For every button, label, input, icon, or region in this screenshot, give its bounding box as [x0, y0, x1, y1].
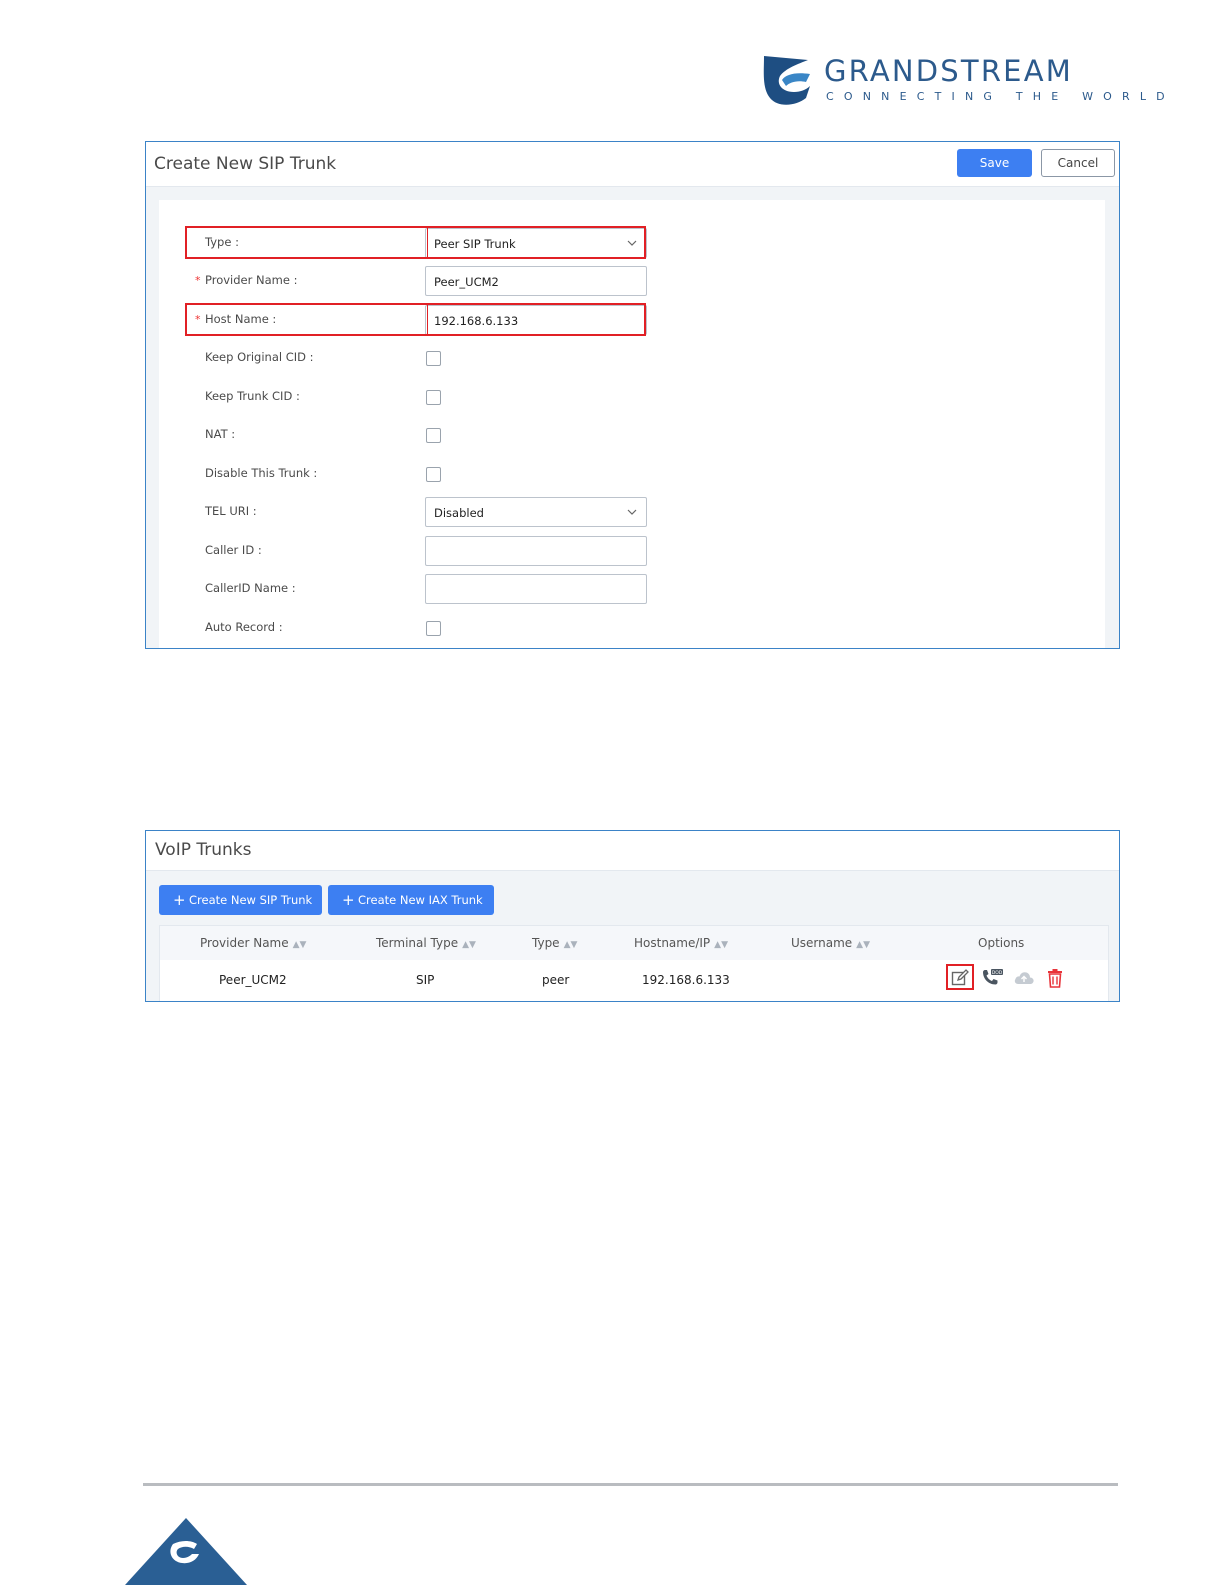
keep-original-cid-label: Keep Original CID :	[205, 350, 314, 364]
form-row-keep-trunk-cid: Keep Trunk CID :	[159, 380, 719, 414]
panel-title: Create New SIP Trunk	[154, 154, 337, 174]
cancel-button[interactable]: Cancel	[1041, 149, 1115, 177]
table-header: Provider Name ▲▼ Terminal Type ▲▼ Type ▲▼ H…	[160, 926, 1108, 960]
panel-header: VoIP Trunks	[146, 831, 1119, 871]
tel-uri-select[interactable]: Disabled	[425, 497, 647, 527]
panel-header: Create New SIP Trunk Save Cancel	[146, 142, 1119, 187]
trunk-form: Type : Peer SIP Trunk * Provider Name : …	[159, 200, 1105, 648]
column-header-hostname[interactable]: Hostname/IP ▲▼	[634, 936, 728, 950]
sort-icon: ▲▼	[462, 940, 476, 950]
caller-id-label: Caller ID :	[205, 543, 262, 557]
form-row-nat: NAT :	[159, 418, 719, 452]
type-label: Type :	[205, 235, 239, 249]
form-row-caller-id-name: CallerID Name :	[159, 572, 719, 606]
auto-record-checkbox[interactable]	[426, 621, 441, 636]
save-button[interactable]: Save	[957, 149, 1032, 177]
tel-uri-label: TEL URI :	[205, 504, 257, 518]
plus-icon: +	[342, 891, 355, 909]
svg-text:DOD: DOD	[992, 970, 1003, 976]
brand-logo: GRANDSTREAM CONNECTING THE WORLD	[760, 52, 1165, 112]
provider-name-label: Provider Name :	[205, 273, 298, 287]
plus-icon: +	[173, 891, 186, 909]
form-row-auto-record: Auto Record :	[159, 611, 719, 645]
caller-id-input[interactable]	[425, 536, 647, 566]
voip-trunks-panel: VoIP Trunks + Create New SIP Trunk + Creat…	[145, 830, 1120, 1002]
disable-trunk-checkbox[interactable]	[426, 467, 441, 482]
host-name-label: Host Name :	[205, 312, 277, 326]
create-sip-trunk-panel: Create New SIP Trunk Save Cancel Type : …	[145, 141, 1120, 649]
brand-tagline: CONNECTING THE WORLD	[826, 90, 1175, 103]
form-row-provider-name: * Provider Name : Peer_UCM2	[159, 264, 719, 298]
type-select[interactable]: Peer SIP Trunk	[425, 228, 647, 258]
column-header-type[interactable]: Type ▲▼	[532, 936, 577, 950]
host-name-value: 192.168.6.133	[434, 314, 519, 328]
panel-title: VoIP Trunks	[155, 840, 252, 860]
grandstream-logo-icon	[763, 56, 810, 105]
keep-trunk-cid-checkbox[interactable]	[426, 390, 441, 405]
dod-phone-icon[interactable]: DOD	[980, 968, 1004, 988]
cell-terminal-type: SIP	[416, 973, 435, 987]
form-row-keep-original-cid: Keep Original CID :	[159, 341, 719, 375]
auto-record-label: Auto Record :	[205, 620, 283, 634]
form-row-host-name: * Host Name : 192.168.6.133	[159, 303, 719, 337]
provider-name-input[interactable]: Peer_UCM2	[425, 266, 647, 296]
highlight-edit-option	[946, 964, 974, 990]
sort-icon: ▲▼	[714, 940, 729, 950]
footer-divider	[143, 1483, 1118, 1486]
column-header-username[interactable]: Username ▲▼	[791, 936, 870, 950]
nat-label: NAT :	[205, 427, 236, 441]
caller-id-name-label: CallerID Name :	[205, 581, 296, 595]
trunks-table: Provider Name ▲▼ Terminal Type ▲▼ Type ▲▼ H…	[159, 925, 1109, 1001]
cell-hostname: 192.168.6.133	[642, 973, 730, 987]
keep-trunk-cid-label: Keep Trunk CID :	[205, 389, 300, 403]
required-asterisk: *	[195, 274, 201, 287]
tel-uri-value: Disabled	[434, 506, 484, 520]
type-select-value: Peer SIP Trunk	[434, 237, 516, 251]
column-header-options: Options	[978, 936, 1025, 950]
footer-logo-icon	[125, 1518, 247, 1585]
provider-name-value: Peer_UCM2	[434, 275, 499, 289]
column-header-terminal-type[interactable]: Terminal Type ▲▼	[376, 936, 476, 950]
trash-icon[interactable]	[1046, 968, 1064, 988]
form-row-caller-id: Caller ID :	[159, 534, 719, 568]
host-name-input[interactable]: 192.168.6.133	[425, 305, 647, 335]
cloud-upload-icon[interactable]	[1013, 968, 1035, 988]
chevron-down-icon	[627, 509, 637, 515]
column-header-provider-name[interactable]: Provider Name ▲▼	[200, 936, 306, 950]
create-iax-trunk-button[interactable]: + Create New IAX Trunk	[328, 885, 494, 915]
chevron-down-icon	[627, 240, 637, 246]
disable-trunk-label: Disable This Trunk :	[205, 466, 318, 480]
cell-provider-name: Peer_UCM2	[219, 973, 287, 987]
form-row-disable-trunk: Disable This Trunk :	[159, 457, 719, 491]
form-row-tel-uri: TEL URI : Disabled	[159, 495, 719, 529]
sort-icon: ▲▼	[856, 940, 871, 950]
required-asterisk: *	[195, 313, 201, 326]
brand-name: GRANDSTREAM	[824, 54, 1073, 88]
caller-id-name-input[interactable]	[425, 574, 647, 604]
form-row-type: Type : Peer SIP Trunk	[159, 226, 719, 260]
cell-type: peer	[542, 973, 570, 987]
create-sip-trunk-button[interactable]: + Create New SIP Trunk	[159, 885, 322, 915]
sort-icon: ▲▼	[292, 940, 307, 950]
keep-original-cid-checkbox[interactable]	[426, 351, 441, 366]
nat-checkbox[interactable]	[426, 428, 441, 443]
sort-icon: ▲▼	[563, 940, 578, 950]
